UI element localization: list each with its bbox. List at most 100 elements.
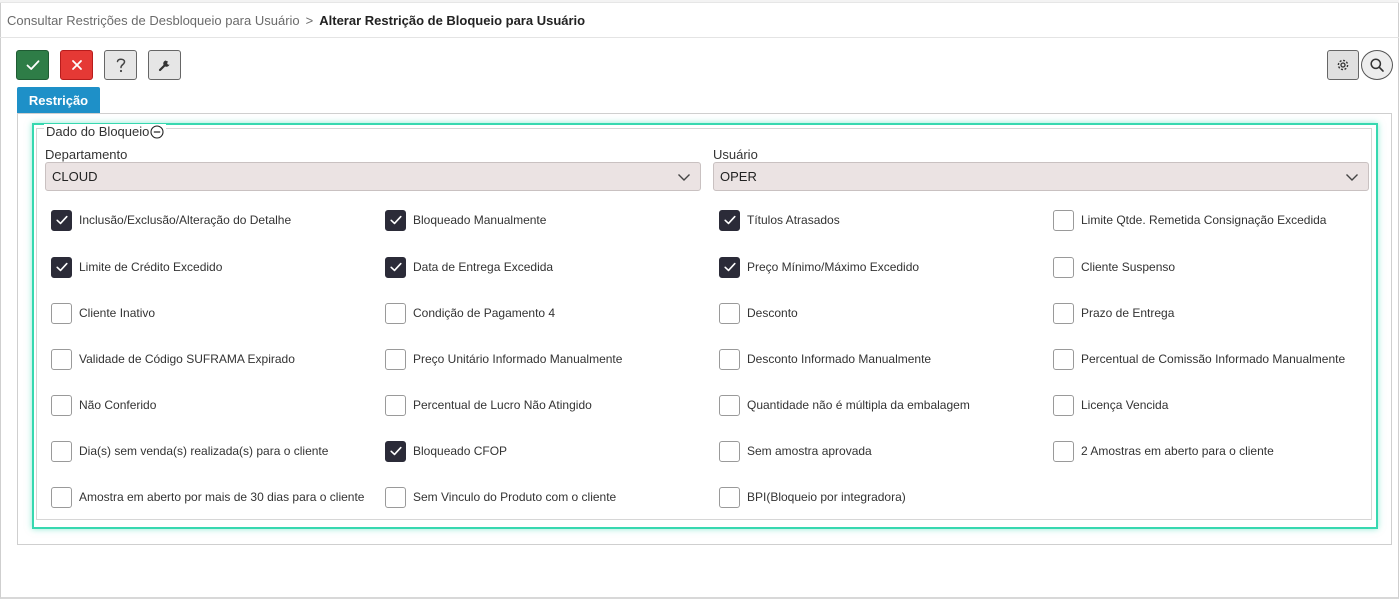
top-strip: [0, 0, 1399, 3]
restriction-checkbox-item[interactable]: Inclusão/Exclusão/Alteração do Detalhe: [51, 209, 291, 231]
check-icon: [723, 215, 736, 225]
checkbox-label: Bloqueado CFOP: [413, 444, 508, 458]
restriction-checkbox-item[interactable]: 2 Amostras em aberto para o cliente: [1053, 440, 1274, 462]
restriction-checkbox-item[interactable]: Bloqueado Manualmente: [385, 209, 546, 231]
restriction-checkbox-item[interactable]: Percentual de Comissão Informado Manualm…: [1053, 348, 1345, 370]
checkbox[interactable]: [719, 348, 740, 370]
restriction-checkbox-item[interactable]: Percentual de Lucro Não Atingido: [385, 394, 592, 416]
check-icon: [389, 262, 402, 272]
restriction-checkbox-item[interactable]: Não Conferido: [51, 394, 156, 416]
departamento-select[interactable]: CLOUD: [45, 162, 701, 191]
checkbox[interactable]: [385, 348, 406, 370]
checkbox[interactable]: [1053, 348, 1074, 370]
checkbox[interactable]: [51, 302, 72, 324]
checkbox[interactable]: [1053, 394, 1074, 416]
chevron-down-icon: [1346, 174, 1358, 181]
restriction-checkbox-item[interactable]: Validade de Código SUFRAMA Expirado: [51, 348, 295, 370]
restriction-checkbox-item[interactable]: Limite de Crédito Excedido: [51, 256, 222, 278]
checkbox-label: Preço Unitário Informado Manualmente: [413, 352, 623, 366]
checkbox-label: Cliente Suspenso: [1081, 260, 1176, 274]
cancel-button[interactable]: [60, 50, 93, 80]
minus-circle-icon[interactable]: [150, 124, 164, 139]
checkbox[interactable]: [1053, 209, 1074, 231]
checkbox-label: Data de Entrega Excedida: [413, 260, 554, 274]
checkbox[interactable]: [385, 394, 406, 416]
checkbox[interactable]: [51, 348, 72, 370]
checkbox[interactable]: [719, 486, 740, 508]
check-icon: [26, 60, 39, 70]
restriction-checkbox-item[interactable]: Preço Unitário Informado Manualmente: [385, 348, 622, 370]
header-divider: [0, 37, 1399, 38]
restriction-checkbox-item[interactable]: Sem Vinculo do Produto com o cliente: [385, 486, 616, 508]
checkbox[interactable]: [719, 209, 740, 231]
checkbox[interactable]: [385, 209, 406, 231]
restriction-checkbox-item[interactable]: Licença Vencida: [1053, 394, 1168, 416]
restriction-checkbox-item[interactable]: Quantidade não é múltipla da embalagem: [719, 394, 970, 416]
checkbox[interactable]: [719, 440, 740, 462]
restriction-checkbox-item[interactable]: Preço Mínimo/Máximo Excedido: [719, 256, 919, 278]
checkbox-label: Prazo de Entrega: [1081, 306, 1175, 320]
checkbox[interactable]: [719, 256, 740, 278]
restriction-checkbox-item[interactable]: BPI(Bloqueio por integradora): [719, 486, 906, 508]
checkbox-label: Sem amostra aprovada: [747, 444, 872, 458]
restriction-checkbox-item[interactable]: Dia(s) sem venda(s) realizada(s) para o …: [51, 440, 328, 462]
checkbox-label: Preço Mínimo/Máximo Excedido: [747, 260, 920, 274]
check-icon: [55, 262, 68, 272]
checkbox[interactable]: [51, 256, 72, 278]
breadcrumb-separator: >: [305, 13, 314, 28]
checkbox-label: Limite Qtde. Remetida Consignação Excedi…: [1081, 213, 1327, 227]
tools-button[interactable]: [148, 50, 181, 80]
checkbox[interactable]: [385, 486, 406, 508]
checkbox-label: Limite de Crédito Excedido: [79, 260, 223, 274]
checkbox-label: Quantidade não é múltipla da embalagem: [747, 398, 970, 412]
restriction-checkbox-item[interactable]: Desconto: [719, 302, 798, 324]
checkbox[interactable]: [51, 209, 72, 231]
breadcrumb: Consultar Restrições de Desbloqueio para…: [7, 13, 585, 28]
checkbox[interactable]: [51, 440, 72, 462]
restriction-checkbox-item[interactable]: Limite Qtde. Remetida Consignação Excedi…: [1053, 209, 1326, 231]
checkbox-label: Percentual de Comissão Informado Manualm…: [1081, 352, 1346, 366]
restriction-checkbox-item[interactable]: Cliente Suspenso: [1053, 256, 1175, 278]
checkbox[interactable]: [385, 256, 406, 278]
restriction-checkbox-item[interactable]: Títulos Atrasados: [719, 209, 840, 231]
checkbox-label: Desconto: [747, 306, 798, 320]
restriction-checkbox-item[interactable]: Cliente Inativo: [51, 302, 155, 324]
usuario-value: OPER: [720, 169, 757, 184]
checkbox[interactable]: [719, 394, 740, 416]
tab-restricao[interactable]: Restrição: [17, 87, 100, 113]
checkbox-label: Percentual de Lucro Não Atingido: [413, 398, 592, 412]
check-icon: [723, 262, 736, 272]
restriction-checkbox-item[interactable]: Prazo de Entrega: [1053, 302, 1174, 324]
checkbox-label: 2 Amostras em aberto para o cliente: [1081, 444, 1274, 458]
restriction-checkbox-item[interactable]: Amostra em aberto por mais de 30 dias pa…: [51, 486, 364, 508]
checkbox[interactable]: [385, 302, 406, 324]
settings-button[interactable]: [1327, 50, 1359, 80]
checkbox-label: Validade de Código SUFRAMA Expirado: [79, 352, 295, 366]
checkbox-label: Títulos Atrasados: [747, 213, 840, 227]
restriction-checkbox-item[interactable]: Bloqueado CFOP: [385, 440, 507, 462]
restriction-checkbox-item[interactable]: Desconto Informado Manualmente: [719, 348, 931, 370]
checkbox-label: BPI(Bloqueio por integradora): [747, 490, 906, 504]
search-button[interactable]: [1361, 50, 1393, 80]
restriction-checkbox-item[interactable]: Data de Entrega Excedida: [385, 256, 553, 278]
usuario-select[interactable]: OPER: [713, 162, 1369, 191]
checkbox[interactable]: [1053, 440, 1074, 462]
checkbox-label: Cliente Inativo: [79, 306, 156, 320]
checkbox[interactable]: [385, 440, 406, 462]
checkbox[interactable]: [51, 394, 72, 416]
check-icon: [55, 215, 68, 225]
usuario-label: Usuário: [713, 147, 758, 162]
restriction-checkbox-item[interactable]: Sem amostra aprovada: [719, 440, 872, 462]
gear-icon: [1337, 59, 1349, 71]
check-icon: [389, 446, 402, 456]
breadcrumb-parent-link[interactable]: Consultar Restrições de Desbloqueio para…: [7, 13, 300, 28]
confirm-button[interactable]: [16, 50, 49, 80]
help-button[interactable]: [104, 50, 137, 80]
checkbox[interactable]: [1053, 256, 1074, 278]
checkbox[interactable]: [719, 302, 740, 324]
restriction-checkbox-item[interactable]: Condição de Pagamento 4: [385, 302, 555, 324]
checkbox[interactable]: [1053, 302, 1074, 324]
checkbox-label: Dia(s) sem venda(s) realizada(s) para o …: [79, 444, 329, 458]
checkbox[interactable]: [51, 486, 72, 508]
wrench-icon: [158, 60, 169, 72]
